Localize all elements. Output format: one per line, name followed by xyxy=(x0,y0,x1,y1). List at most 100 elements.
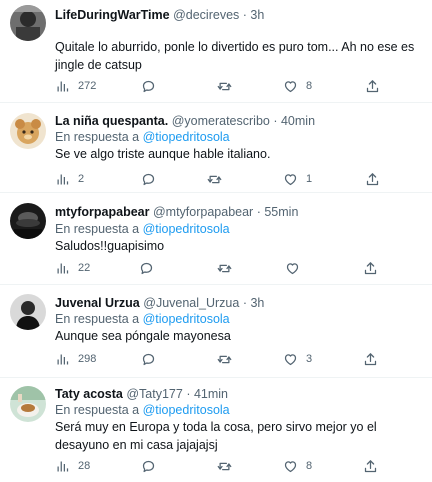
share-button[interactable] xyxy=(363,259,378,277)
heart-icon xyxy=(284,460,297,472)
views-icon xyxy=(57,354,69,364)
share-icon xyxy=(366,172,379,185)
retweet-icon xyxy=(217,462,232,470)
retweet-button[interactable] xyxy=(217,350,232,368)
timestamp[interactable]: 3h xyxy=(250,8,264,22)
user-name[interactable]: Taty acosta xyxy=(55,387,123,401)
user-handle[interactable]: @yomeratescribo xyxy=(172,114,270,128)
user-handle[interactable]: @Juvenal_Urzua xyxy=(143,296,239,310)
likes-count: 8 xyxy=(306,460,313,472)
heart-icon xyxy=(286,262,299,274)
share-button[interactable] xyxy=(363,350,378,368)
avatar[interactable] xyxy=(10,203,46,239)
timestamp[interactable]: 41min xyxy=(194,387,228,401)
tweet-actions: 298 3 xyxy=(55,350,427,368)
retweet-button[interactable] xyxy=(217,77,232,95)
like-button[interactable]: 3 xyxy=(283,350,312,368)
avatar[interactable] xyxy=(10,386,46,422)
mention-link[interactable]: @tiopedritosola xyxy=(143,222,230,236)
mention-link[interactable]: @tiopedritosola xyxy=(143,312,230,326)
share-icon xyxy=(364,459,377,472)
reply-button[interactable] xyxy=(139,259,154,277)
user-name[interactable]: LifeDuringWarTime xyxy=(55,8,170,22)
user-name[interactable]: La niña quespanta. xyxy=(55,114,168,128)
separator-dot: · xyxy=(242,296,247,310)
share-icon xyxy=(366,79,379,92)
retweet-button[interactable] xyxy=(217,259,232,277)
likes-count: 3 xyxy=(306,353,313,365)
views-count: 272 xyxy=(78,80,97,92)
timestamp[interactable]: 40min xyxy=(281,114,315,128)
share-icon xyxy=(364,261,377,274)
views-icon xyxy=(57,263,69,273)
views-icon xyxy=(57,461,69,471)
reply-prefix: En respuesta a xyxy=(55,403,140,417)
reply-icon xyxy=(142,353,155,365)
reply-button[interactable] xyxy=(141,457,156,475)
views-icon xyxy=(57,174,69,184)
views-button[interactable]: 28 xyxy=(55,457,90,475)
views-count: 22 xyxy=(78,262,91,274)
views-button[interactable]: 22 xyxy=(55,259,90,277)
share-button[interactable] xyxy=(365,77,380,95)
reply-prefix: En respuesta a xyxy=(55,312,140,326)
reply-button[interactable] xyxy=(141,350,156,368)
tweet-text: Aunque sea póngale mayonesa xyxy=(55,329,231,343)
like-button[interactable]: 8 xyxy=(283,457,312,475)
tweet-actions: 22 xyxy=(55,259,427,277)
retweet-icon xyxy=(217,82,232,90)
tweet-actions: 28 8 xyxy=(55,457,427,475)
mention-link[interactable]: @tiopedritosola xyxy=(143,403,230,417)
tweet-text: Será muy en Europa y toda la cosa, pero … xyxy=(55,420,377,452)
like-button[interactable]: 8 xyxy=(283,77,312,95)
retweet-button[interactable] xyxy=(217,457,232,475)
reply-context: En respuesta a @tiopedritosola xyxy=(55,129,230,145)
tweet[interactable]: La niña quespanta. @yomeratescribo · 40m… xyxy=(0,103,432,192)
reply-icon xyxy=(142,80,155,92)
user-name[interactable]: mtyforpapabear xyxy=(55,205,149,219)
tweet-actions: 2 1 xyxy=(55,170,427,188)
avatar[interactable] xyxy=(10,5,46,41)
timestamp[interactable]: 3h xyxy=(250,296,264,310)
views-count: 2 xyxy=(78,173,85,185)
timestamp[interactable]: 55min xyxy=(264,205,298,219)
share-button[interactable] xyxy=(365,170,380,188)
views-count: 28 xyxy=(78,460,91,472)
views-button[interactable]: 2 xyxy=(55,170,84,188)
share-icon xyxy=(364,352,377,365)
user-handle[interactable]: @mtyforpapabear xyxy=(153,205,253,219)
reply-button[interactable] xyxy=(141,77,156,95)
tweet[interactable]: Juvenal Urzua @Juvenal_Urzua · 3h En res… xyxy=(0,285,432,377)
separator-dot: · xyxy=(256,205,261,219)
user-handle[interactable]: @decireves xyxy=(173,8,239,22)
mention-link[interactable]: @tiopedritosola xyxy=(143,130,230,144)
reply-icon xyxy=(142,173,155,185)
like-button[interactable]: 1 xyxy=(283,170,312,188)
views-button[interactable]: 272 xyxy=(55,77,96,95)
likes-count: 1 xyxy=(306,173,313,185)
heart-icon xyxy=(284,353,297,365)
like-button[interactable] xyxy=(285,259,308,277)
tweet-text: Saludos!!guapisimo xyxy=(55,239,165,253)
heart-icon xyxy=(284,173,297,185)
separator-dot: · xyxy=(242,8,247,22)
reply-context: En respuesta a @tiopedritosola xyxy=(55,311,230,327)
tweet[interactable]: LifeDuringWarTime @decireves · 3h Quital… xyxy=(0,0,432,102)
tweet-text: Quitale lo aburrido, ponle lo divertido … xyxy=(55,40,415,72)
separator-dot: · xyxy=(186,387,191,401)
reply-prefix: En respuesta a xyxy=(55,222,140,236)
tweet[interactable]: mtyforpapabear @mtyforpapabear · 55min E… xyxy=(0,193,432,284)
share-button[interactable] xyxy=(363,457,378,475)
user-name[interactable]: Juvenal Urzua xyxy=(55,296,140,310)
reply-button[interactable] xyxy=(141,170,156,188)
tweet-actions: 272 8 xyxy=(55,77,427,95)
views-icon xyxy=(57,81,69,91)
views-button[interactable]: 298 xyxy=(55,350,96,368)
user-handle[interactable]: @Taty177 xyxy=(126,387,182,401)
separator-dot: · xyxy=(273,114,278,128)
avatar[interactable] xyxy=(10,113,46,149)
avatar[interactable] xyxy=(10,294,46,330)
reply-icon xyxy=(142,460,155,472)
tweet[interactable]: Taty acosta @Taty177 · 41min En respuest… xyxy=(0,378,432,482)
retweet-button[interactable] xyxy=(207,170,222,188)
